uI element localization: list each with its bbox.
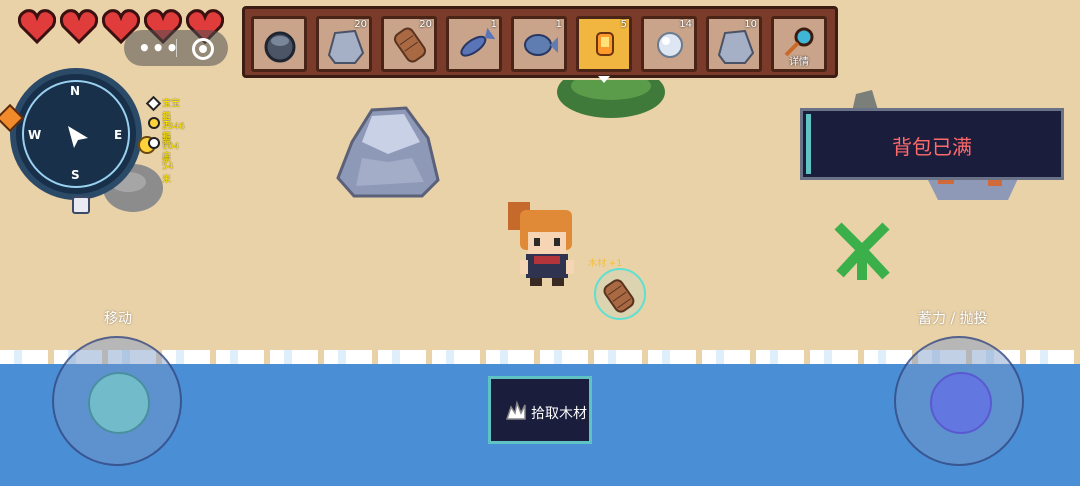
compass-minimap[interactable]: N S E W [10, 68, 142, 200]
charge-throw-joystick[interactable] [894, 336, 1024, 466]
selected-slot-pointer [598, 76, 610, 83]
heart-icon [59, 8, 99, 45]
torch-icon [596, 32, 614, 56]
capsule-divider [176, 39, 177, 57]
charge-throw-knob[interactable] [930, 372, 992, 434]
hotbar-slot-details[interactable]: 详情 [771, 16, 827, 72]
hotbar-slot-2[interactable]: 20 [316, 16, 372, 72]
move-joystick[interactable] [52, 336, 182, 466]
more-dots-icon[interactable]: ••• [138, 36, 179, 60]
hotbar-slot-5[interactable]: 1 [511, 16, 567, 72]
compass-north: N [70, 84, 81, 98]
target-circle-icon[interactable] [192, 38, 214, 60]
stone-icon [327, 29, 365, 64]
hotbar-slot-1[interactable] [251, 16, 307, 72]
pearl-icon [657, 32, 683, 58]
dark-stone-icon [264, 31, 296, 63]
menu-capsule: ••• [124, 30, 228, 66]
compass-handle[interactable] [72, 196, 90, 214]
seaweed-plant[interactable] [832, 220, 892, 284]
inventory-hotbar: 20 20 1 1 5 14 10 详情 [242, 6, 838, 78]
hotbar-slot-8[interactable]: 10 [706, 16, 762, 72]
shop-icon [148, 137, 160, 149]
charge-throw-label: 蓄力 / 抛投 [918, 311, 988, 327]
stone-icon [717, 29, 755, 64]
large-boulder[interactable] [332, 102, 444, 198]
player-character[interactable] [500, 196, 578, 288]
compass-south: S [71, 168, 80, 182]
pickup-wood-button[interactable]: 拾取木材 [488, 376, 592, 444]
drop-tag: 木材 +1 [588, 259, 623, 269]
wood-log-icon [393, 27, 427, 63]
grab-hand-icon [505, 400, 526, 420]
wood-log-drop[interactable] [594, 268, 646, 320]
hotbar-slot-3[interactable]: 20 [381, 16, 437, 72]
blue-fish-icon [460, 27, 495, 57]
round-fish-icon [524, 34, 558, 56]
hotbar-slot-4[interactable]: 1 [446, 16, 502, 72]
compass-west: W [28, 128, 42, 142]
hotbar-slot-7[interactable]: 14 [641, 16, 697, 72]
coin-icon [148, 117, 160, 129]
green-bush[interactable] [556, 66, 666, 120]
heart-icon [17, 8, 57, 45]
notice-text: 背包已满 [892, 135, 972, 159]
move-joystick-knob[interactable] [88, 372, 150, 434]
inventory-full-notice: 背包已满 [800, 108, 1064, 180]
move-label: 移动 [104, 311, 132, 327]
hotbar-slot-6[interactable]: 5 [576, 16, 632, 72]
player-arrow-icon [68, 126, 88, 148]
compass-east: E [114, 128, 123, 142]
